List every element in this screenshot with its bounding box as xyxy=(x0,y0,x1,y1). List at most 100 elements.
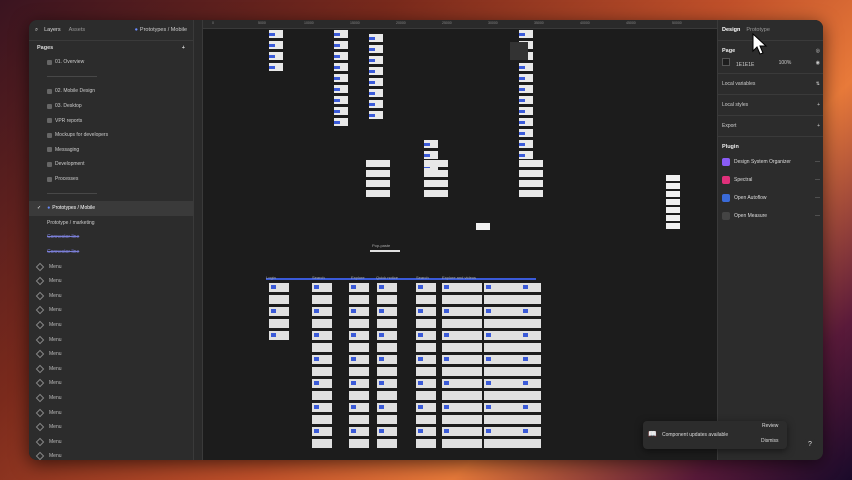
eye-icon[interactable]: ◎ xyxy=(816,48,820,54)
frame-accent[interactable] xyxy=(334,55,340,58)
frame-label[interactable]: Search xyxy=(416,275,429,280)
frame-accent[interactable] xyxy=(379,357,384,361)
frame-thumb[interactable] xyxy=(269,319,289,328)
frame-accent[interactable] xyxy=(418,405,423,409)
frame-accent[interactable] xyxy=(379,381,384,385)
frame-thumb[interactable] xyxy=(442,439,482,448)
frame-thumb[interactable] xyxy=(484,391,524,400)
color-swatch[interactable] xyxy=(722,58,730,66)
frame-accent[interactable] xyxy=(379,405,384,409)
frame-thumb[interactable] xyxy=(484,439,524,448)
frame-accent[interactable] xyxy=(523,333,528,337)
frame-accent[interactable] xyxy=(369,70,375,73)
frame-thumb[interactable] xyxy=(349,391,369,400)
frame-accent[interactable] xyxy=(269,55,275,58)
frame-accent[interactable] xyxy=(379,333,384,337)
frame-thumb[interactable] xyxy=(424,190,448,197)
frame-thumb[interactable] xyxy=(377,391,397,400)
frame-thumb[interactable] xyxy=(666,191,680,197)
frame-accent[interactable] xyxy=(314,381,319,385)
review-button[interactable]: Review xyxy=(762,423,778,429)
frame-accent[interactable] xyxy=(444,285,449,289)
tab-assets[interactable]: Assets xyxy=(69,27,86,33)
layer-item[interactable]: Menu xyxy=(29,376,193,391)
frame-thumb[interactable] xyxy=(476,223,490,230)
visibility-icon[interactable]: ◉ xyxy=(816,60,820,66)
frame-accent[interactable] xyxy=(418,429,423,433)
frame-accent[interactable] xyxy=(271,333,276,337)
frame-accent[interactable] xyxy=(424,143,430,146)
project-name[interactable]: ● Prototypes / Mobile xyxy=(135,27,187,33)
frame-label[interactable]: Pop-paste xyxy=(372,243,390,248)
frame-accent[interactable] xyxy=(486,429,491,433)
frame-accent[interactable] xyxy=(486,405,491,409)
plugin-item[interactable]: Open Measure — xyxy=(722,207,820,225)
frame-thumb[interactable] xyxy=(377,343,397,352)
frame-accent[interactable] xyxy=(523,381,528,385)
frame-thumb[interactable] xyxy=(377,439,397,448)
add-icon[interactable]: + xyxy=(817,102,820,108)
layer-item[interactable]: Prototype / marketing xyxy=(29,216,193,231)
frame-thumb[interactable] xyxy=(416,343,436,352)
frame-accent[interactable] xyxy=(334,77,340,80)
frame-accent[interactable] xyxy=(523,285,528,289)
frame-thumb[interactable] xyxy=(666,175,680,181)
more-icon[interactable]: — xyxy=(815,213,820,219)
help-button[interactable]: ? xyxy=(803,438,817,452)
layer-item[interactable]: Menu xyxy=(29,347,193,362)
frame-thumb[interactable] xyxy=(519,190,543,197)
frame-thumb[interactable] xyxy=(416,415,436,424)
frame-thumb[interactable] xyxy=(312,319,332,328)
frame-thumb[interactable] xyxy=(521,343,541,352)
page-item[interactable]: Mockups for developers xyxy=(29,128,193,143)
frame-thumb[interactable] xyxy=(424,160,448,167)
frame-accent[interactable] xyxy=(351,333,356,337)
more-icon[interactable]: — xyxy=(815,159,820,165)
frame-thumb[interactable] xyxy=(366,170,390,177)
frame-accent[interactable] xyxy=(351,309,356,313)
layer-item[interactable]: Menu xyxy=(29,289,193,304)
tab-layers[interactable]: Layers xyxy=(44,27,61,33)
frame-accent[interactable] xyxy=(444,333,449,337)
frame-accent[interactable] xyxy=(486,309,491,313)
frame-accent[interactable] xyxy=(418,357,423,361)
frame-accent[interactable] xyxy=(269,66,275,69)
frame-thumb[interactable] xyxy=(521,391,541,400)
frame-accent[interactable] xyxy=(519,88,525,91)
frame-accent[interactable] xyxy=(269,44,275,47)
frame-accent[interactable] xyxy=(519,77,525,80)
frame-accent[interactable] xyxy=(314,357,319,361)
page-separator[interactable]: —————————— xyxy=(29,186,193,201)
frame-accent[interactable] xyxy=(351,285,356,289)
frame-accent[interactable] xyxy=(379,285,384,289)
frame-thumb[interactable] xyxy=(666,223,680,229)
frame-accent[interactable] xyxy=(369,37,375,40)
frame-accent[interactable] xyxy=(271,285,276,289)
frame-thumb[interactable] xyxy=(312,343,332,352)
frame-accent[interactable] xyxy=(444,381,449,385)
frame-accent[interactable] xyxy=(444,429,449,433)
frame-thumb[interactable] xyxy=(349,367,369,376)
frame-thumb[interactable] xyxy=(312,391,332,400)
frame-thumb[interactable] xyxy=(519,180,543,187)
layer-item[interactable]: Menu xyxy=(29,303,193,318)
frame-thumb[interactable] xyxy=(312,415,332,424)
frame-thumb[interactable] xyxy=(666,199,680,205)
add-page-icon[interactable]: + xyxy=(182,45,185,51)
frame-thumb[interactable] xyxy=(442,319,482,328)
page-item[interactable]: Development xyxy=(29,157,193,172)
selected-page[interactable]: ✓ ● Prototypes / Mobile xyxy=(29,200,193,216)
frame-accent[interactable] xyxy=(519,121,525,124)
frame-accent[interactable] xyxy=(351,405,356,409)
frame-thumb[interactable] xyxy=(377,295,397,304)
frame-label[interactable]: Search xyxy=(312,275,325,280)
frame-thumb[interactable] xyxy=(377,319,397,328)
layer-item[interactable]: Menu xyxy=(29,332,193,347)
frame-accent[interactable] xyxy=(351,357,356,361)
frame-thumb[interactable] xyxy=(484,319,524,328)
frame-accent[interactable] xyxy=(418,333,423,337)
frame-thumb[interactable] xyxy=(484,415,524,424)
frame-thumb[interactable] xyxy=(519,160,543,167)
frame-thumb[interactable] xyxy=(349,343,369,352)
frame-label[interactable]: Quick notice xyxy=(376,275,398,280)
